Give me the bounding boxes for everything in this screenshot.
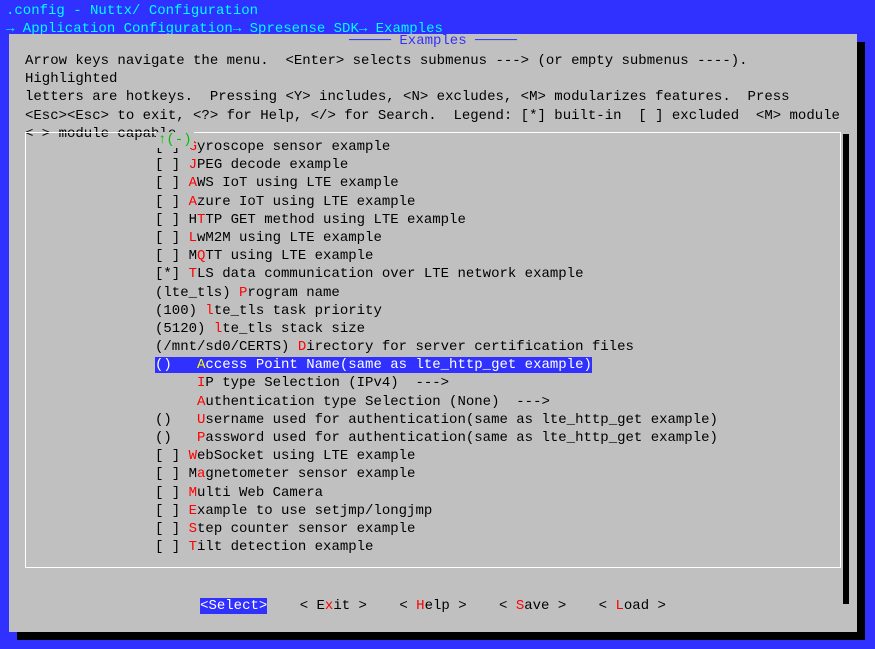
hotkey-char: L [189,230,197,246]
hotkey-char: T [189,266,197,282]
main-panel: ───── Examples ───── Arrow keys navigate… [9,34,857,632]
menu-item[interactable]: [ ] LwM2M using LTE example [25,229,841,247]
select-button[interactable]: <Select> [200,598,267,614]
menu-item[interactable]: [ ] HTTP GET method using LTE example [25,211,841,229]
hotkey-char: A [189,175,197,191]
load-button[interactable]: < Load > [599,598,666,614]
help-button[interactable]: < Help > [399,598,466,614]
menu-item[interactable]: (lte_tls) Program name [25,284,841,302]
hotkey-char: M [189,485,197,501]
menu-item[interactable]: [ ] AWS IoT using LTE example [25,174,841,192]
hotkey-char: S [189,521,197,537]
menu-item[interactable]: Authentication type Selection (None) ---… [25,393,841,411]
hotkey-char: E [189,503,197,519]
menu-item[interactable]: IP type Selection (IPv4) ---> [25,374,841,392]
panel-title: ───── Examples ───── [9,33,857,49]
menu-item[interactable]: (100) lte_tls task priority [25,302,841,320]
menu-item[interactable]: [ ] Gyroscope sensor example [25,138,841,156]
selected-menu-item[interactable]: () Access Point Name(same as lte_http_ge… [155,357,592,373]
menu-item[interactable]: (/mnt/sd0/CERTS) Directory for server ce… [25,338,841,356]
hotkey-char: T [189,539,197,555]
hotkey-char: A [189,194,197,210]
save-button[interactable]: < Save > [499,598,566,614]
menu-item[interactable]: [ ] Example to use setjmp/longjmp [25,502,841,520]
hotkey-char: W [189,448,197,464]
menu-item[interactable]: [ ] WebSocket using LTE example [25,447,841,465]
menu-item[interactable]: [ ] Azure IoT using LTE example [25,193,841,211]
menu-item[interactable]: [ ] JPEG decode example [25,156,841,174]
menu-item[interactable]: () Password used for authentication(same… [25,429,841,447]
menu-item[interactable]: (5120) lte_tls stack size [25,320,841,338]
title-line1: .config - Nuttx/ Configuration [6,2,869,20]
hotkey-char: D [298,339,306,355]
scrollbar-shadow [843,134,849,604]
menu-list: [ ] Gyroscope sensor example[ ] JPEG dec… [25,138,841,562]
hotkey-char: l [205,303,213,319]
menu-item[interactable]: [ ] Step counter sensor example [25,520,841,538]
help-text: Arrow keys navigate the menu. <Enter> se… [9,34,857,147]
menu-item[interactable]: [*] TLS data communication over LTE netw… [25,265,841,283]
scroll-up-indicator: ↑(-) [156,132,194,148]
hotkey-char: l [214,321,222,337]
menu-item[interactable]: [ ] MQTT using LTE example [25,247,841,265]
hotkey-char: J [189,157,197,173]
button-bar: <Select> < Exit > < Help > < Save > < Lo… [9,598,857,614]
menu-item[interactable]: () Username used for authentication(same… [25,411,841,429]
menu-item[interactable]: () Access Point Name(same as lte_http_ge… [25,356,841,374]
menu-item[interactable]: [ ] Tilt detection example [25,538,841,556]
menu-item[interactable]: [ ] Magnetometer sensor example [25,465,841,483]
exit-button[interactable]: < Exit > [300,598,367,614]
menu-item[interactable]: [ ] Multi Web Camera [25,484,841,502]
